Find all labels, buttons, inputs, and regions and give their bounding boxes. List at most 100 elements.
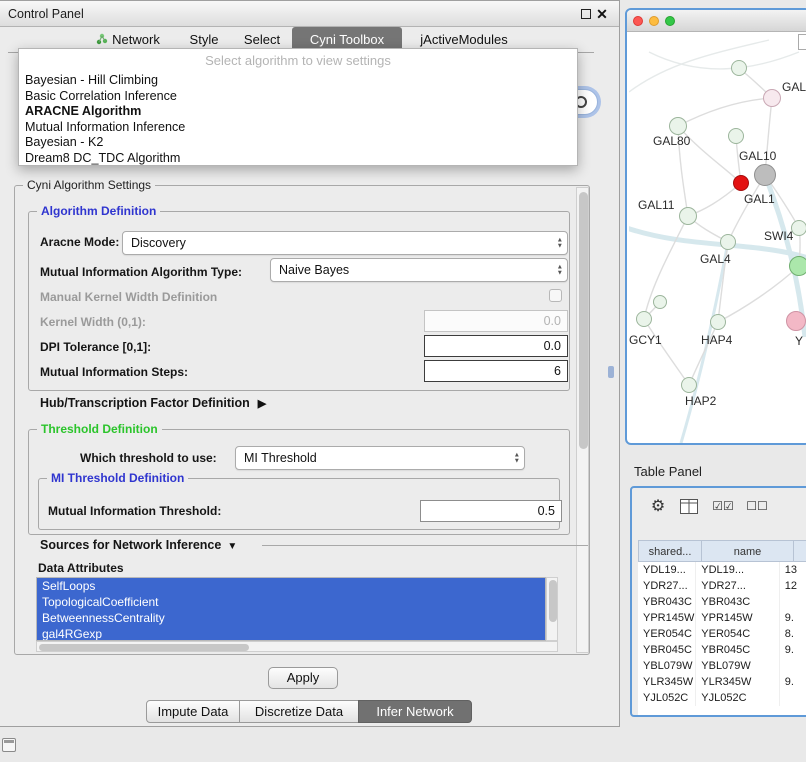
table-row[interactable]: YBR043CYBR043C (638, 594, 806, 610)
aracne-mode-select[interactable]: Discovery ▲▼ (122, 231, 568, 255)
table-cell (780, 658, 806, 674)
attributes-scrollbar-thumb[interactable] (549, 580, 557, 622)
network-scrollbar-fragment[interactable] (798, 34, 806, 50)
table-row[interactable]: YPR145WYPR145W9. (638, 610, 806, 626)
settings-scrollbar[interactable] (576, 187, 589, 653)
table-cell: YDL19... (696, 562, 780, 578)
manual-kernel-label: Manual Kernel Width Definition (40, 290, 217, 304)
gear-icon[interactable]: ⚙ (646, 494, 670, 518)
tab-impute-data[interactable]: Impute Data (146, 700, 240, 723)
tab-discretize-data[interactable]: Discretize Data (239, 700, 359, 723)
kernel-width-value: 0.0 (544, 314, 561, 328)
node-label: GAL11 (638, 198, 674, 212)
table-row[interactable]: YBR045CYBR045C9. (638, 642, 806, 658)
desktop: Control Panel ✕ Network Style Select Cyn… (0, 0, 806, 762)
network-node[interactable] (786, 311, 806, 331)
algorithm-option[interactable]: Basic Correlation Inference (19, 89, 577, 105)
manual-kernel-checkbox[interactable] (549, 289, 562, 302)
clear-checkboxes-icon[interactable]: ☐☐ (742, 494, 772, 518)
data-attributes-label: Data Attributes (38, 561, 124, 575)
column-header-shared-name[interactable]: shared... (638, 540, 702, 562)
minimize-traffic-light-icon[interactable] (649, 16, 659, 26)
algorithm-option[interactable]: Bayesian - K2 (19, 135, 577, 151)
table-cell: 9. (780, 674, 806, 690)
table-cell: 9. (780, 642, 806, 658)
mi-threshold-field[interactable]: 0.5 (420, 500, 562, 522)
sources-section-toggle[interactable]: Sources for Network Inference▼ (40, 538, 237, 552)
table-cell: YLR345W (638, 674, 696, 690)
network-node[interactable] (679, 207, 697, 225)
network-node[interactable] (653, 295, 667, 309)
table-cell: YPR145W (638, 610, 696, 626)
attribute-item[interactable]: SelfLoops (37, 578, 545, 594)
network-node[interactable] (731, 60, 747, 76)
float-window-icon[interactable] (581, 9, 591, 19)
tab-label: Select (244, 32, 280, 47)
attribute-item[interactable]: TopologicalCoefficient (37, 594, 545, 610)
select-all-checkboxes-icon[interactable]: ☑☑ (708, 494, 738, 518)
table-cell: 8. (780, 626, 806, 642)
table-body[interactable]: YDL19...YDL19...13YDR27...YDR27...12YBR0… (638, 562, 806, 715)
apply-button[interactable]: Apply (268, 667, 338, 689)
mi-type-select[interactable]: Naive Bayes ▲▼ (270, 258, 568, 282)
table-cell: YBR043C (638, 594, 696, 610)
node-label: HAP4 (701, 333, 732, 347)
attributes-list-hscrollbar[interactable] (36, 641, 558, 652)
table-row[interactable]: YDL19...YDL19...13 (638, 562, 806, 578)
algorithm-option[interactable]: Mutual Information Inference (19, 120, 577, 136)
table-row[interactable]: YDR27...YDR27...12 (638, 578, 806, 594)
attribute-item[interactable]: gal4RGexp (37, 626, 545, 641)
dpi-tolerance-field[interactable]: 0.0 (424, 335, 568, 357)
column-header-partial[interactable] (794, 540, 806, 562)
table-columns-icon[interactable] (676, 494, 702, 518)
attributes-list-scrollbar[interactable] (546, 577, 558, 641)
network-node[interactable] (636, 311, 652, 327)
table-row[interactable]: YBL079WYBL079W (638, 658, 806, 674)
network-node[interactable] (733, 175, 749, 191)
network-node[interactable] (681, 377, 697, 393)
table-cell: 12 (780, 578, 806, 594)
attribute-item[interactable]: BetweennessCentrality (37, 610, 545, 626)
table-row[interactable]: YJL052CYJL052C (638, 690, 806, 706)
algorithm-option[interactable]: Bayesian - Hill Climbing (19, 73, 577, 89)
collapsed-panel-icon[interactable] (2, 738, 16, 752)
mi-steps-value: 6 (554, 364, 561, 378)
data-attributes-list[interactable]: SelfLoops TopologicalCoefficient Between… (36, 577, 546, 641)
close-icon[interactable]: ✕ (595, 5, 609, 23)
sources-section-label: Sources for Network Inference (40, 538, 221, 552)
group-title: Cyni Algorithm Settings (23, 178, 155, 192)
column-header-name[interactable]: name (702, 540, 794, 562)
network-node[interactable] (710, 314, 726, 330)
network-view-window: GAL80GAL10GAL11GAL1SWI4GAL4GCY1HAP4HAP2G… (625, 8, 806, 445)
table-header: shared... name (638, 540, 806, 562)
network-node[interactable] (763, 89, 781, 107)
network-node[interactable] (789, 256, 806, 276)
network-canvas[interactable]: GAL80GAL10GAL11GAL1SWI4GAL4GCY1HAP4HAP2G… (629, 32, 806, 443)
network-node[interactable] (669, 117, 687, 135)
hub-section-toggle[interactable]: Hub/Transcription Factor Definition▶ (40, 396, 266, 410)
algorithm-option[interactable]: Dream8 DC_TDC Algorithm (19, 151, 577, 167)
table-row[interactable]: YER054CYER054C8. (638, 626, 806, 642)
table-row[interactable]: YLR345WYLR345W9. (638, 674, 806, 690)
tab-infer-network[interactable]: Infer Network (358, 700, 472, 723)
table-cell: YLR345W (696, 674, 780, 690)
control-panel-titlebar[interactable]: Control Panel (0, 1, 619, 27)
settings-scrollbar-thumb[interactable] (579, 192, 588, 449)
which-threshold-select[interactable]: MI Threshold ▲▼ (235, 446, 525, 470)
close-traffic-light-icon[interactable] (633, 16, 643, 26)
chevron-right-icon: ▶ (258, 397, 266, 410)
table-cell: YDR27... (696, 578, 780, 594)
table-cell: YBR045C (638, 642, 696, 658)
panel-splitter-handle[interactable] (608, 366, 614, 378)
network-node[interactable] (754, 164, 776, 186)
mi-type-label: Mutual Information Algorithm Type: (40, 265, 242, 279)
mi-steps-field[interactable]: 6 (424, 360, 568, 382)
node-label: HAP2 (685, 394, 716, 408)
zoom-traffic-light-icon[interactable] (665, 16, 675, 26)
attributes-hscrollbar-thumb[interactable] (39, 644, 249, 651)
kernel-width-field[interactable]: 0.0 (424, 310, 568, 332)
network-node[interactable] (728, 128, 744, 144)
stepper-arrows-icon: ▲▼ (514, 453, 520, 464)
algorithm-option-selected[interactable]: ARACNE Algorithm (19, 104, 577, 120)
network-node[interactable] (720, 234, 736, 250)
